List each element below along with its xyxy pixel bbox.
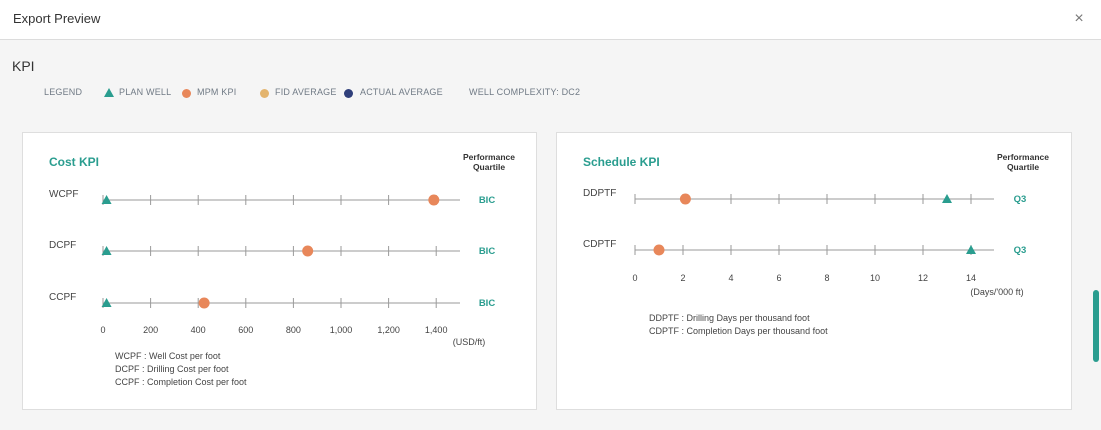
kpi-definition: DCPF : Drilling Cost per foot [115,364,229,374]
axis-unit: (Days/'000 ft) [970,287,1023,297]
kpi-row-label: CCPF [49,292,76,303]
legend-label: LEGEND [44,87,83,97]
tick-label: 0 [632,273,637,283]
kpi-row-label: DDPTF [583,188,616,199]
tick-label: 800 [286,325,301,335]
tick-label: 1,200 [377,325,400,335]
kpi-definition: CDPTF : Completion Days per thousand foo… [649,326,828,336]
quartile-header: Quartile [473,162,505,172]
kpi-definition: DDPTF : Drilling Days per thousand foot [649,313,810,323]
tick-label: 2 [680,273,685,283]
cost-kpi-panel: Cost KPI Performance Quartile WCPF BIC DCP… [22,132,537,410]
panel-title: Cost KPI [49,155,99,169]
cost-kpi-chart: Cost KPI Performance Quartile WCPF BIC DCP… [49,152,515,387]
tick-label: 12 [918,273,928,283]
tick-label: 1,400 [425,325,448,335]
mpm-kpi-marker [302,245,314,257]
mpm-kpi-marker [428,194,440,206]
quartile-header: Performance [463,152,515,162]
tick-label: 400 [191,325,206,335]
tick-label: 14 [966,273,976,283]
kpi-row-label: CDPTF [583,239,616,250]
panel-title: Schedule KPI [583,155,660,169]
legend-item-label: MPM KPI [197,87,237,97]
tick-label: 0 [100,325,105,335]
performance-quartile: BIC [479,195,496,206]
tick-label: 600 [238,325,253,335]
performance-quartile: Q3 [1014,245,1027,256]
close-icon[interactable]: × [1070,10,1088,28]
mpm-kpi-marker [653,244,665,256]
schedule-kpi-panel: Schedule KPI Performance Quartile DDPTF Q… [556,132,1072,410]
scrollbar-thumb[interactable] [1093,290,1099,362]
quartile-header: Quartile [1007,162,1039,172]
actual-average-dot-icon [344,89,353,98]
tick-label: 10 [870,273,880,283]
legend-item-label: FID AVERAGE [275,87,337,97]
well-complexity-label: WELL COMPLEXITY: DC2 [469,87,581,97]
fid-average-dot-icon [260,89,269,98]
tick-label: 6 [776,273,781,283]
kpi-row-label: DCPF [49,240,76,251]
kpi-definition: WCPF : Well Cost per foot [115,351,221,361]
plan-well-triangle-icon [104,88,114,97]
quartile-header: Performance [997,152,1049,162]
tick-label: 200 [143,325,158,335]
dialog-title: Export Preview [13,11,101,26]
axis-unit: (USD/ft) [453,337,486,347]
legend-item-label: ACTUAL AVERAGE [360,87,443,97]
kpi-definition: CCPF : Completion Cost per foot [115,377,247,387]
legend-item-label: PLAN WELL [119,87,172,97]
performance-quartile: BIC [479,246,496,257]
dialog-header: Export Preview × [0,0,1101,40]
schedule-kpi-chart: Schedule KPI Performance Quartile DDPTF Q… [583,152,1049,336]
mpm-kpi-dot-icon [182,89,191,98]
kpi-row-label: WCPF [49,189,78,200]
section-title: KPI [12,58,35,74]
tick-label: 8 [824,273,829,283]
performance-quartile: Q3 [1014,194,1027,205]
performance-quartile: BIC [479,298,496,309]
mpm-kpi-marker [198,297,210,309]
tick-label: 4 [728,273,733,283]
tick-label: 1,000 [330,325,353,335]
mpm-kpi-marker [679,193,691,205]
